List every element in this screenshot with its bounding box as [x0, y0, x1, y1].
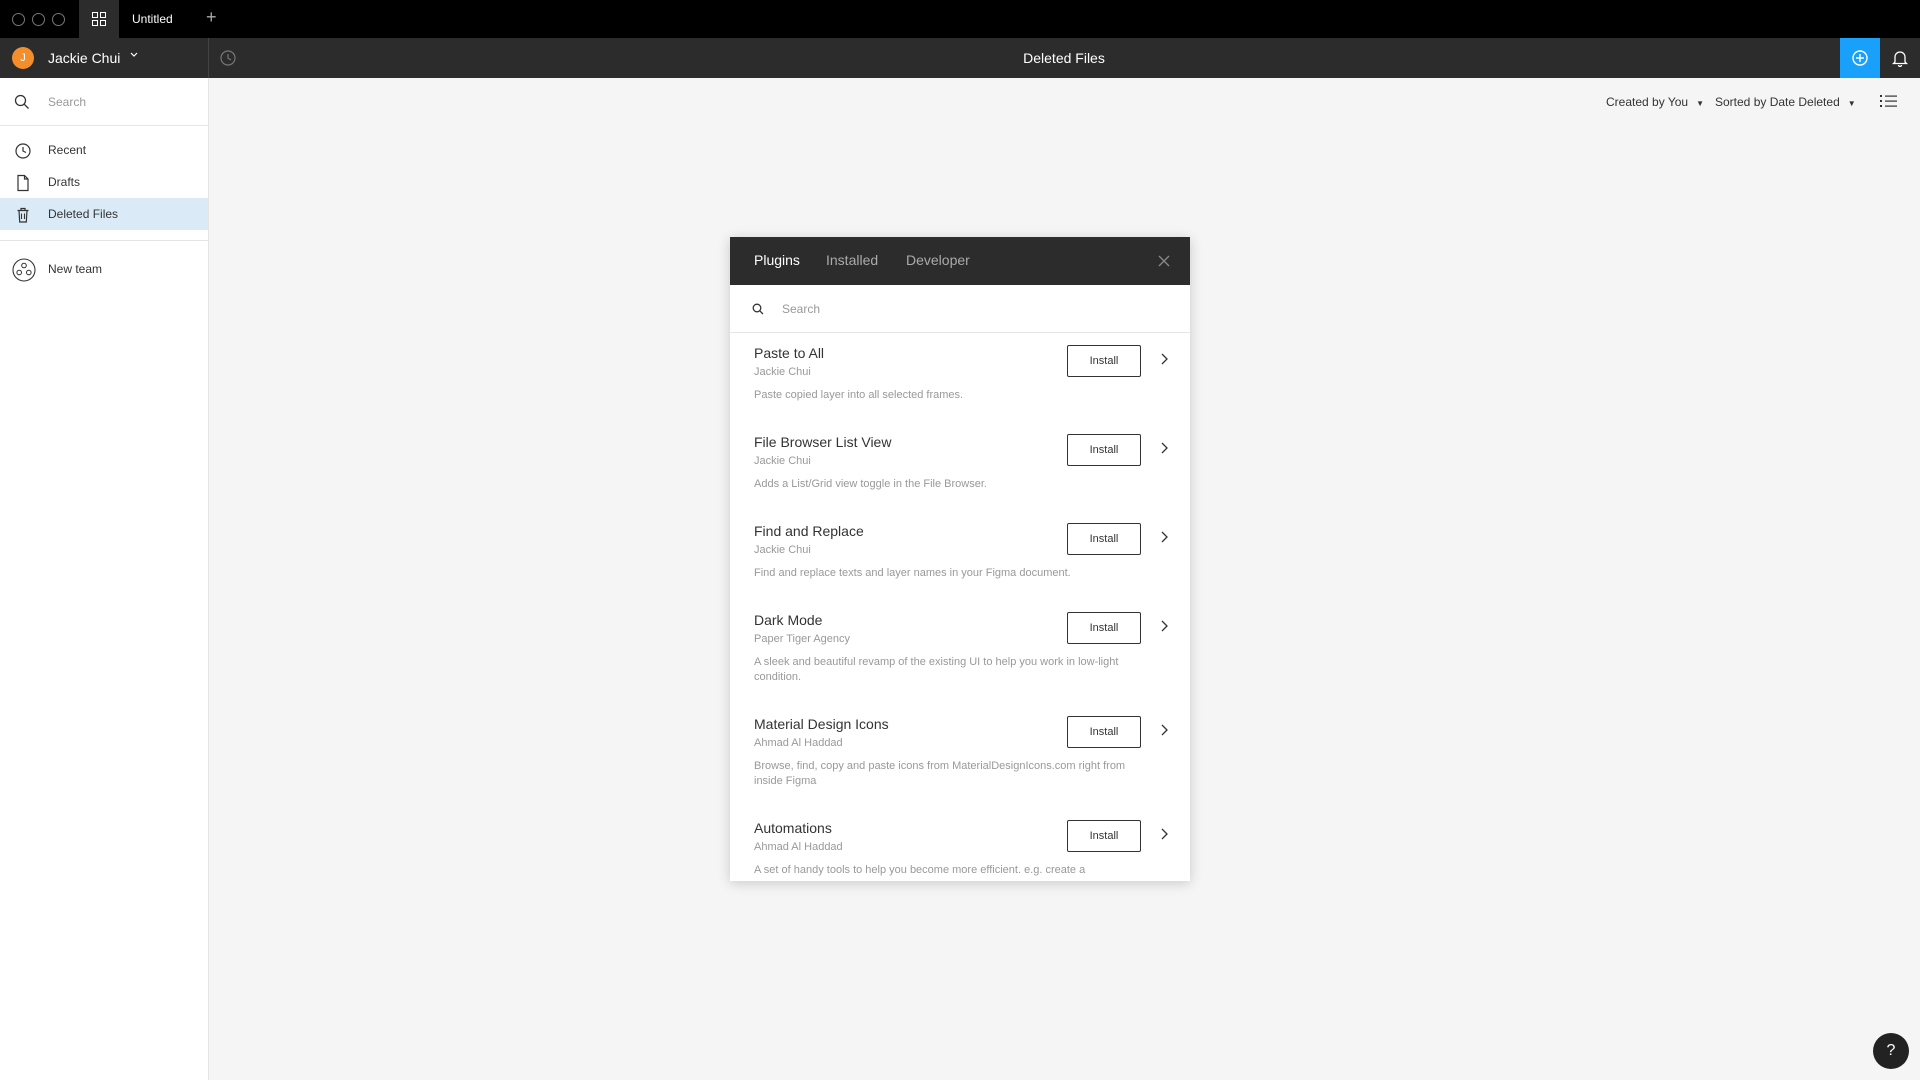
tab-plugins[interactable]: Plugins — [754, 252, 800, 268]
clock-icon — [15, 143, 31, 159]
sort-label: Sorted by Date Deleted — [1715, 95, 1840, 109]
plugin-author: Jackie Chui — [754, 366, 811, 378]
plugin-name: Dark Mode — [754, 612, 823, 628]
plugin-description: A sleek and beautiful revamp of the exis… — [754, 656, 1119, 683]
plugin-author: Paper Tiger Agency — [754, 633, 851, 645]
tab-installed[interactable]: Installed — [826, 252, 878, 268]
bell-icon — [1892, 51, 1908, 67]
plugin-description: Browse, find, copy and paste icons from … — [754, 760, 1126, 787]
sidebar-item-drafts[interactable]: Drafts — [0, 166, 208, 198]
plugin-author: Jackie Chui — [754, 544, 811, 556]
window-close-control[interactable] — [12, 13, 25, 26]
plugin-search-input[interactable] — [782, 299, 1162, 319]
chevron-right-icon[interactable] — [1158, 440, 1170, 456]
grid-icon — [92, 12, 106, 26]
close-icon[interactable] — [1156, 253, 1172, 269]
plugins-modal: Plugins Installed Developer Paste to All… — [730, 237, 1190, 881]
sidebar-item-label: Drafts — [48, 175, 81, 189]
list-item[interactable]: Material Design Icons Ahmad Al Haddad Br… — [730, 704, 1190, 808]
sidebar-item-label: New team — [48, 262, 103, 276]
sidebar: Recent Drafts Deleted Files New team — [0, 78, 209, 1080]
history-icon — [220, 50, 236, 66]
notifications-button[interactable] — [1880, 38, 1920, 78]
chevron-right-icon[interactable] — [1158, 618, 1170, 634]
team-icon — [12, 258, 36, 282]
page-title: Deleted Files — [1023, 50, 1105, 66]
plugin-search — [730, 285, 1190, 333]
window-zoom-control[interactable] — [52, 13, 65, 26]
sidebar-item-new-team[interactable]: New team — [0, 251, 208, 287]
list-view-icon[interactable] — [1878, 92, 1900, 110]
trash-icon — [17, 207, 29, 223]
chevron-down-icon: ▼ — [1847, 99, 1856, 108]
document-tab[interactable]: Untitled — [132, 12, 173, 26]
chevron-right-icon[interactable] — [1158, 351, 1170, 367]
plugin-list: Paste to All Jackie Chui Paste copied la… — [730, 333, 1190, 881]
divider — [0, 240, 208, 241]
plugin-name: File Browser List View — [754, 434, 892, 450]
install-button[interactable]: Install — [1067, 345, 1141, 377]
plugins-button[interactable] — [1840, 38, 1880, 78]
search-icon — [752, 303, 764, 315]
filter-label: Created by You — [1606, 95, 1689, 109]
search-input[interactable] — [48, 92, 198, 112]
sidebar-item-label: Recent — [48, 143, 87, 157]
plugin-description: Find and replace texts and layer names i… — [754, 567, 1071, 579]
chevron-right-icon[interactable] — [1158, 529, 1170, 545]
divider — [208, 38, 209, 78]
help-button[interactable]: ? — [1873, 1033, 1909, 1069]
install-button[interactable]: Install — [1067, 523, 1141, 555]
search-icon — [14, 94, 29, 109]
window-titlebar: Untitled + — [0, 0, 1920, 38]
sidebar-item-recent[interactable]: Recent — [0, 134, 208, 166]
install-button[interactable]: Install — [1067, 820, 1141, 852]
history-button[interactable] — [216, 46, 240, 70]
created-by-filter[interactable]: Created by You ▼ — [1606, 95, 1704, 109]
plugin-name: Automations — [754, 820, 832, 836]
new-tab-button[interactable]: + — [206, 7, 217, 27]
tab-developer[interactable]: Developer — [906, 252, 970, 268]
plugin-description: Adds a List/Grid view toggle in the File… — [754, 478, 987, 490]
avatar[interactable]: J — [12, 47, 34, 69]
window-minimize-control[interactable] — [32, 13, 45, 26]
list-item[interactable]: File Browser List View Jackie Chui Adds … — [730, 422, 1190, 511]
install-button[interactable]: Install — [1067, 434, 1141, 466]
sort-dropdown[interactable]: Sorted by Date Deleted ▼ — [1715, 95, 1856, 109]
sidebar-search — [0, 78, 208, 126]
install-button[interactable]: Install — [1067, 716, 1141, 748]
chevron-down-icon: ▼ — [1696, 99, 1704, 108]
chevron-right-icon[interactable] — [1158, 722, 1170, 738]
list-item[interactable]: Automations Ahmad Al Haddad A set of han… — [730, 808, 1190, 881]
modal-header: Plugins Installed Developer — [730, 237, 1190, 285]
install-button[interactable]: Install — [1067, 612, 1141, 644]
chevron-down-icon[interactable] — [130, 50, 138, 61]
top-toolbar: J Jackie Chui Deleted Files — [0, 38, 1920, 78]
plugin-add-icon — [1852, 50, 1868, 66]
plugin-description: A set of handy tools to help you become … — [754, 864, 1086, 876]
file-browser-button[interactable] — [79, 0, 119, 38]
sidebar-item-label: Deleted Files — [48, 207, 119, 221]
list-item[interactable]: Dark Mode Paper Tiger Agency A sleek and… — [730, 600, 1190, 704]
plugin-author: Jackie Chui — [754, 455, 811, 467]
plugin-name: Find and Replace — [754, 523, 864, 539]
sidebar-item-deleted-files[interactable]: Deleted Files — [0, 198, 208, 230]
plugin-name: Paste to All — [754, 345, 825, 361]
list-item[interactable]: Find and Replace Jackie Chui Find and re… — [730, 511, 1190, 600]
plugin-author: Ahmad Al Haddad — [754, 737, 843, 749]
chevron-right-icon[interactable] — [1158, 826, 1170, 842]
plugin-description: Paste copied layer into all selected fra… — [754, 389, 964, 401]
list-item[interactable]: Paste to All Jackie Chui Paste copied la… — [730, 333, 1190, 422]
plugin-author: Ahmad Al Haddad — [754, 841, 843, 853]
user-name[interactable]: Jackie Chui — [48, 50, 120, 66]
file-icon — [17, 174, 29, 192]
plugin-name: Material Design Icons — [754, 716, 889, 732]
